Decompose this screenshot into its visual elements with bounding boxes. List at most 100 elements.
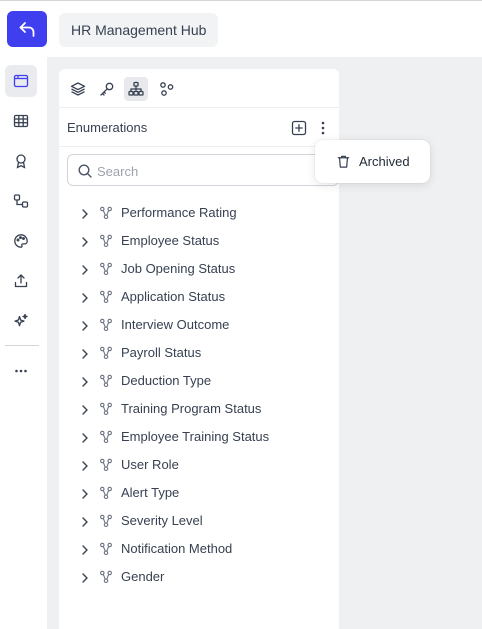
tab-layers[interactable]: [66, 77, 90, 101]
table-grid-icon: [13, 114, 29, 128]
enumeration-label: Alert Type: [121, 485, 180, 500]
enumeration-item[interactable]: Severity Level: [59, 510, 339, 538]
enumeration-item[interactable]: Deduction Type: [59, 370, 339, 398]
relations-icon: [13, 194, 29, 208]
panel-menu-button[interactable]: [313, 118, 333, 138]
enum-icon: [99, 458, 113, 472]
rail-relations-button[interactable]: [5, 185, 37, 217]
back-button[interactable]: [7, 11, 47, 47]
enumeration-label: Deduction Type: [121, 373, 212, 388]
enum-icon: [99, 262, 113, 276]
search-input[interactable]: [97, 161, 327, 181]
chevron-right-icon[interactable]: [79, 431, 91, 443]
panel-title: Enumerations: [67, 120, 148, 135]
enumeration-item[interactable]: Interview Outcome: [59, 314, 339, 342]
chevron-right-icon[interactable]: [79, 319, 91, 331]
enumeration-label: Performance Rating: [121, 205, 237, 220]
enum-icon: [99, 514, 113, 528]
chevron-right-icon[interactable]: [79, 347, 91, 359]
enum-icon: [99, 402, 113, 416]
add-square-icon: [291, 120, 307, 136]
enumeration-label: Payroll Status: [121, 345, 202, 360]
rail-tables-button[interactable]: [5, 105, 37, 137]
search-icon: [77, 163, 93, 179]
tab-nodes[interactable]: [155, 77, 179, 101]
add-enumeration-button[interactable]: [289, 118, 309, 138]
enumeration-label: Employee Status: [121, 233, 220, 248]
archived-label: Archived: [359, 154, 410, 169]
enumeration-item[interactable]: Job Opening Status: [59, 258, 339, 286]
enumeration-item[interactable]: Notification Method: [59, 538, 339, 566]
rail-editor-button[interactable]: [5, 65, 37, 97]
enum-icon: [99, 430, 113, 444]
hierarchy-icon: [128, 81, 144, 96]
rail-ai-button[interactable]: [5, 305, 37, 337]
enum-icon: [99, 318, 113, 332]
award-icon: [16, 154, 26, 169]
enum-icon: [99, 570, 113, 584]
chevron-right-icon[interactable]: [79, 515, 91, 527]
enumeration-label: Interview Outcome: [121, 317, 230, 332]
chevron-right-icon[interactable]: [79, 571, 91, 583]
rail-divider: [5, 345, 39, 346]
enumeration-item[interactable]: Performance Rating: [59, 202, 339, 230]
trash-icon: [336, 154, 351, 169]
enum-icon: [99, 346, 113, 360]
enumeration-label: Training Program Status: [121, 401, 262, 416]
enumeration-item[interactable]: Employee Training Status: [59, 426, 339, 454]
chevron-right-icon[interactable]: [79, 375, 91, 387]
panel-menu-popover: Archived: [315, 140, 430, 183]
tab-hierarchy[interactable]: [124, 77, 148, 101]
header: HR Management Hub: [0, 1, 482, 57]
enumeration-label: Job Opening Status: [121, 261, 236, 276]
more-horizontal-icon: [15, 369, 27, 373]
enum-icon: [99, 486, 113, 500]
enumeration-item[interactable]: Training Program Status: [59, 398, 339, 426]
tab-keys[interactable]: [95, 77, 119, 101]
upload-icon: [14, 274, 28, 288]
enum-icon: [99, 542, 113, 556]
chevron-right-icon[interactable]: [79, 403, 91, 415]
panel-header: Enumerations: [59, 109, 339, 147]
enumeration-label: Application Status: [121, 289, 226, 304]
project-name[interactable]: HR Management Hub: [59, 13, 219, 47]
sparkles-icon: [14, 313, 28, 327]
enumeration-item[interactable]: User Role: [59, 454, 339, 482]
chevron-right-icon[interactable]: [79, 291, 91, 303]
enumeration-item[interactable]: Alert Type: [59, 482, 339, 510]
chevron-right-icon[interactable]: [79, 235, 91, 247]
archived-menu-item[interactable]: Archived: [323, 146, 422, 177]
layers-icon: [70, 82, 86, 96]
enumeration-label: Notification Method: [121, 541, 233, 556]
rail-more-button[interactable]: [5, 355, 37, 387]
rail-badges-button[interactable]: [5, 145, 37, 177]
enumeration-label: User Role: [121, 457, 179, 472]
enumeration-item[interactable]: Application Status: [59, 286, 339, 314]
enum-icon: [99, 234, 113, 248]
palette-icon: [14, 234, 28, 248]
nodes-icon: [160, 82, 174, 96]
enum-icon: [99, 374, 113, 388]
enumerations-panel: Enumerations Performance RatingEmploye: [59, 69, 339, 629]
enumeration-item[interactable]: Employee Status: [59, 230, 339, 258]
left-rail: [0, 57, 47, 629]
enum-icon: [99, 290, 113, 304]
rail-themes-button[interactable]: [5, 225, 37, 257]
chevron-right-icon[interactable]: [79, 207, 91, 219]
enumeration-label: Severity Level: [121, 513, 203, 528]
window-icon: [13, 74, 29, 88]
chevron-right-icon[interactable]: [79, 543, 91, 555]
search-field[interactable]: [67, 154, 339, 186]
chevron-right-icon[interactable]: [79, 487, 91, 499]
chevron-right-icon[interactable]: [79, 263, 91, 275]
enumeration-label: Employee Training Status: [121, 429, 270, 444]
enumeration-item[interactable]: Payroll Status: [59, 342, 339, 370]
enum-icon: [99, 206, 113, 220]
rail-export-button[interactable]: [5, 265, 37, 297]
enumeration-label: Gender: [121, 569, 165, 584]
panel-tabs: [59, 69, 339, 108]
enumeration-item[interactable]: Gender: [59, 566, 339, 594]
chevron-right-icon[interactable]: [79, 459, 91, 471]
key-icon: [100, 82, 114, 96]
more-vertical-icon: [321, 121, 325, 135]
